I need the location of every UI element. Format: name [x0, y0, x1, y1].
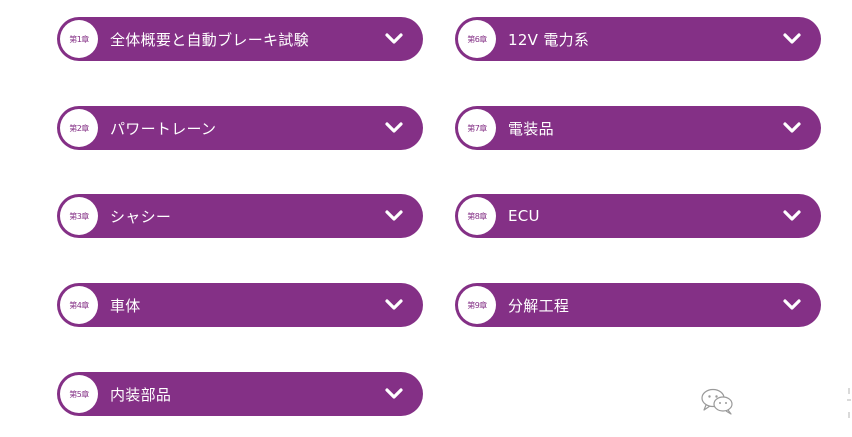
chapter-title: ECU	[508, 207, 540, 225]
chapter-title: 電装品	[508, 119, 554, 138]
chapter-9-button[interactable]: 第9章 分解工程	[455, 283, 821, 327]
chapter-5-button[interactable]: 第5章 内装部品	[57, 372, 423, 416]
chapter-6-button[interactable]: 第6章 12V 電力系	[455, 17, 821, 61]
edge-decoration	[845, 386, 852, 426]
chevron-down-icon[interactable]	[782, 298, 802, 312]
chapter-title: シャシー	[110, 207, 172, 226]
chevron-down-icon[interactable]	[384, 209, 404, 223]
chapter-badge: 第8章	[458, 197, 496, 235]
chapter-title: 内装部品	[110, 385, 172, 404]
chevron-down-icon[interactable]	[384, 32, 404, 46]
chapter-badge: 第4章	[60, 286, 98, 324]
chapter-list: 第1章 全体概要と自動ブレーキ試験 第2章 パワートレーン 第3章 シャシー 第…	[0, 0, 852, 437]
chapter-badge: 第6章	[458, 20, 496, 58]
chapter-3-button[interactable]: 第3章 シャシー	[57, 194, 423, 238]
chevron-down-icon[interactable]	[782, 209, 802, 223]
chapter-badge: 第2章	[60, 109, 98, 147]
chapter-title: 12V 電力系	[508, 30, 590, 49]
chevron-down-icon[interactable]	[384, 121, 404, 135]
chevron-down-icon[interactable]	[384, 387, 404, 401]
chapter-badge: 第9章	[458, 286, 496, 324]
wechat-icon	[700, 386, 736, 416]
chapter-badge: 第5章	[60, 375, 98, 413]
chapter-badge: 第1章	[60, 20, 98, 58]
chapter-7-button[interactable]: 第7章 電装品	[455, 106, 821, 150]
chapter-badge: 第3章	[60, 197, 98, 235]
chapter-title: パワートレーン	[110, 119, 217, 138]
chapter-title: 車体	[110, 296, 141, 315]
chapter-2-button[interactable]: 第2章 パワートレーン	[57, 106, 423, 150]
chapter-4-button[interactable]: 第4章 車体	[57, 283, 423, 327]
chapter-badge: 第7章	[458, 109, 496, 147]
chapter-title: 分解工程	[508, 296, 570, 315]
chevron-down-icon[interactable]	[782, 121, 802, 135]
chevron-down-icon[interactable]	[384, 298, 404, 312]
chevron-down-icon[interactable]	[782, 32, 802, 46]
chapter-title: 全体概要と自動ブレーキ試験	[110, 30, 309, 49]
chapter-8-button[interactable]: 第8章 ECU	[455, 194, 821, 238]
chapter-1-button[interactable]: 第1章 全体概要と自動ブレーキ試験	[57, 17, 423, 61]
